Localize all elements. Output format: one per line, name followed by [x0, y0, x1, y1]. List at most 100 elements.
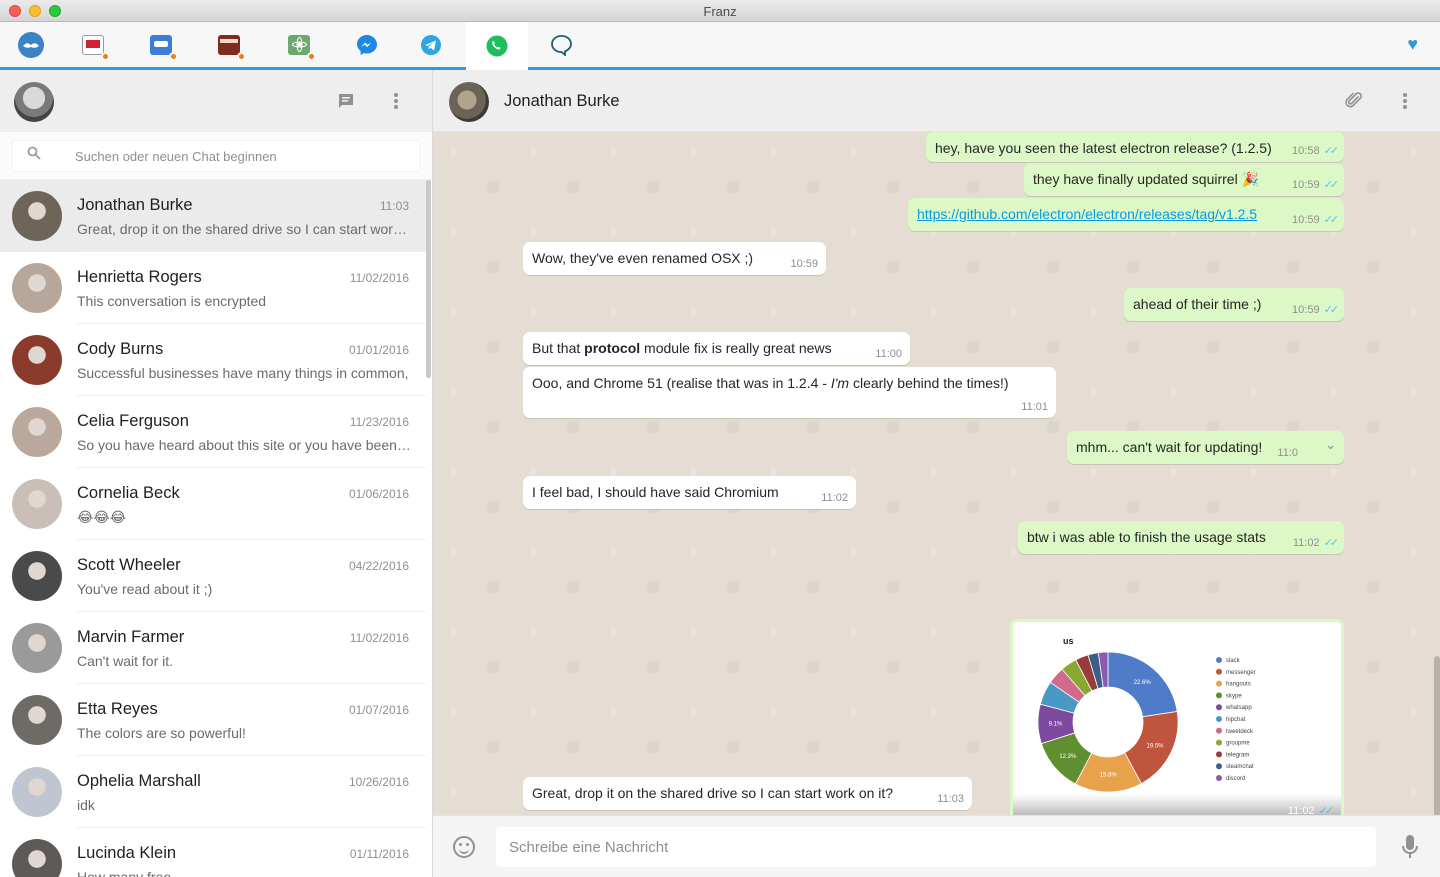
message-text: mhm... can't wait for updating! — [1076, 439, 1263, 455]
slice-label: 15.6% — [1100, 772, 1118, 778]
legend-marker — [1216, 727, 1222, 734]
incoming-message[interactable]: But that protocol module fix is really g… — [523, 332, 910, 365]
chat-name: Cornelia Beck — [77, 484, 180, 502]
chat-preview: You've read about it ;) — [77, 581, 213, 597]
service-tab-hangouts[interactable] — [530, 22, 592, 67]
emoji-icon[interactable] — [453, 836, 475, 858]
service-tab-slack-2[interactable] — [130, 22, 192, 67]
chat-list-item[interactable]: Henrietta Rogers 11/02/2016 This conversat… — [0, 252, 426, 324]
service-tab-slack-4[interactable] — [268, 22, 330, 67]
chat-list-item[interactable]: Ophelia Marshall 10/26/2016 idk — [0, 756, 426, 828]
search-input[interactable] — [75, 141, 405, 171]
outgoing-message[interactable]: they have finally updated squirrel 🎉 10:5… — [1024, 163, 1344, 196]
chat-list-item[interactable]: Etta Reyes 01/07/2016 The colors are so po… — [0, 684, 426, 756]
chat-name: Cody Burns — [77, 340, 164, 358]
incoming-message[interactable]: I feel bad, I should have said Chromium 1… — [523, 476, 856, 509]
chat-list-item[interactable]: Celia Ferguson 11/23/2016 So you have hear… — [0, 396, 426, 468]
chat-name: Lucinda Klein — [77, 844, 177, 862]
chat-name: Jonathan Burke — [77, 196, 193, 214]
microphone-icon[interactable] — [1401, 834, 1419, 860]
incoming-message[interactable]: Ooo, and Chrome 51 (realise that was in … — [523, 367, 1056, 418]
outgoing-message[interactable]: btw i was able to finish the usage stats… — [1018, 521, 1344, 554]
attach-icon[interactable] — [1343, 90, 1365, 112]
window-titlebar: Franz — [0, 0, 1440, 22]
conversation-menu-icon[interactable] — [1394, 90, 1416, 112]
message-time: 11:0 — [1277, 447, 1298, 459]
message-text: hey, have you seen the latest electron r… — [935, 140, 1272, 156]
chat-list-item[interactable]: Cornelia Beck 01/06/2016 😂😂😂 — [0, 468, 426, 540]
chat-list-item[interactable]: Lucinda Klein 01/11/2016 How many free — [0, 828, 426, 877]
legend-marker — [1216, 739, 1222, 746]
slack-workspace-icon — [80, 32, 110, 61]
chat-preview: Can't wait for it. — [77, 653, 174, 669]
outgoing-message[interactable]: hey, have you seen the latest electron r… — [926, 132, 1344, 162]
message-scrollbar[interactable] — [1434, 656, 1440, 815]
service-tab-whatsapp[interactable] — [466, 22, 528, 70]
message-link[interactable]: https://github.com/electron/electron/rel… — [917, 206, 1257, 222]
read-receipt-icon: ✓✓ — [1323, 145, 1340, 157]
contact-name[interactable]: Jonathan Burke — [504, 92, 620, 111]
chat-preview: Great, drop it on the shared drive so I … — [77, 221, 412, 237]
chat-list-item[interactable]: Cody Burns 01/01/2016 Successful businesse… — [0, 324, 426, 396]
new-chat-icon[interactable] — [335, 90, 357, 112]
franz-icon — [18, 31, 44, 58]
slack-workspace-icon — [286, 32, 316, 61]
legend-marker — [1216, 763, 1222, 770]
message-time: 11:00 — [875, 348, 902, 360]
message-time: 10:59 ✓✓ — [1292, 214, 1339, 226]
chat-avatar — [12, 551, 62, 601]
message-input[interactable] — [496, 827, 1376, 867]
incoming-message[interactable]: Great, drop it on the shared drive so I … — [523, 777, 972, 810]
conversation-header: Jonathan Burke — [433, 70, 1440, 132]
service-tab-franz[interactable] — [0, 22, 62, 67]
chat-preview: 😂😂😂 — [77, 509, 127, 525]
image-message[interactable]: us 22.6% 19.5% 15.6% 12.3% 9.1% slack messenger… — [1010, 619, 1344, 815]
service-tab-messenger[interactable] — [336, 22, 398, 67]
sidebar-scrollbar[interactable] — [426, 180, 431, 378]
chat-avatar — [12, 695, 62, 745]
chat-preview: How many free — [77, 869, 172, 877]
service-tab-slack-3[interactable] — [198, 22, 260, 67]
slice-label: 9.1% — [1049, 721, 1063, 727]
message-time: 10:59 — [790, 258, 818, 270]
outgoing-message[interactable]: mhm... can't wait for updating! 11:0 ⌄ — [1067, 431, 1344, 464]
message-time: 10:58 ✓✓ — [1292, 145, 1340, 157]
slack-workspace-icon — [216, 32, 246, 61]
window-title: Franz — [703, 4, 737, 19]
outgoing-message[interactable]: https://github.com/electron/electron/rel… — [908, 198, 1344, 231]
chat-avatar — [12, 335, 62, 385]
service-tab-slack-1[interactable] — [62, 22, 124, 67]
legend-marker — [1216, 716, 1222, 722]
message-text: btw i was able to finish the usage stats — [1027, 529, 1266, 545]
chat-list-item[interactable]: Scott Wheeler 04/22/2016 You've read about… — [0, 540, 426, 612]
service-tab-telegram[interactable] — [400, 22, 462, 67]
legend-marker — [1216, 704, 1222, 711]
contact-avatar[interactable] — [449, 82, 489, 122]
chat-preview: idk — [77, 797, 95, 813]
message-time: 11:02 ✓✓ — [1292, 537, 1339, 549]
heart-icon[interactable]: ♥ — [1407, 34, 1418, 55]
composer — [433, 815, 1440, 877]
chat-name: Henrietta Rogers — [77, 268, 202, 286]
read-receipt-icon: ✓✓ — [1323, 179, 1340, 191]
legend-marker — [1216, 668, 1222, 675]
chat-list-item[interactable]: Jonathan Burke 11:03 Great, drop it on the… — [0, 180, 426, 252]
slice-label: 19.5% — [1146, 743, 1164, 749]
usage-stats-chart: us 22.6% 19.5% 15.6% 12.3% 9.1% slack messenger… — [1013, 622, 1341, 815]
chat-name: Scott Wheeler — [77, 556, 181, 574]
legend-marker — [1216, 751, 1222, 758]
message-time: 11:03 — [937, 793, 964, 805]
search-bar — [0, 132, 432, 180]
chat-list-item[interactable]: Marvin Farmer 11/02/2016 Can't wait for it… — [0, 612, 426, 684]
incoming-message[interactable]: Wow, they've even renamed OSX ;) 10:59 — [523, 242, 826, 275]
chat-list: Jonathan Burke 11:03 Great, drop it on the… — [0, 180, 426, 877]
sidebar-header — [0, 70, 432, 132]
legend-marker — [1216, 775, 1222, 781]
message-text: But that protocol module fix is really g… — [532, 340, 832, 356]
menu-dots-icon[interactable] — [385, 90, 407, 112]
chevron-down-icon[interactable]: ⌄ — [1325, 437, 1336, 453]
profile-avatar[interactable] — [14, 82, 54, 122]
image-message-time: 11:02 ✓✓ — [1287, 805, 1334, 815]
slice-label: 22.6% — [1134, 680, 1152, 686]
outgoing-message[interactable]: ahead of their time ;) 10:59 ✓✓ — [1124, 288, 1344, 321]
